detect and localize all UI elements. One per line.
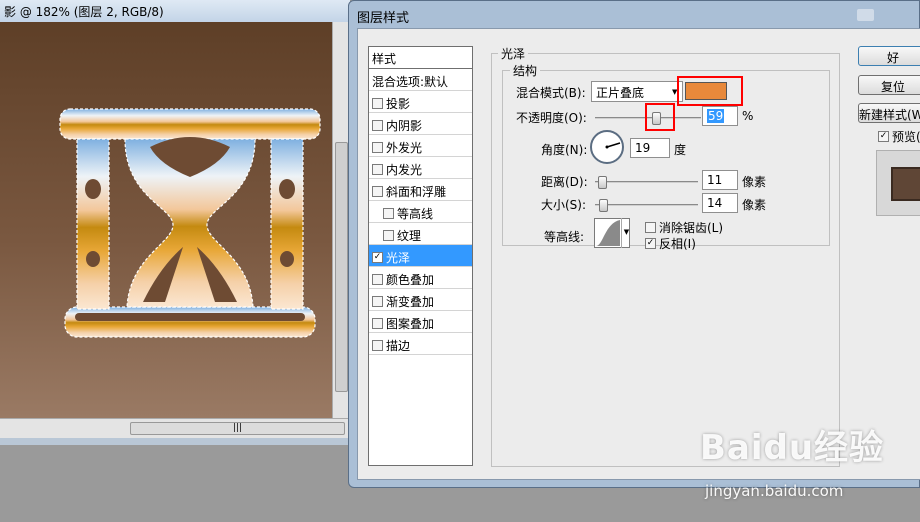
style-checkbox[interactable] [372,295,383,307]
style-item-label: 外发光 [386,140,423,155]
angle-dial[interactable] [590,130,624,164]
style-item-label: 描边 [386,338,411,353]
style-checkbox[interactable] [372,339,383,351]
blend-mode-value: 正片叠底 [596,86,645,100]
styles-list: 样式 混合选项:默认投影内阴影外发光内发光斜面和浮雕等高线纹理 ✓ 光泽颜色叠加渐变… [368,46,473,466]
style-item[interactable]: 图案叠加 [369,311,472,333]
style-preview [876,150,920,216]
style-item-label: 内发光 [386,162,423,177]
invert-label: 反相(I) [659,237,696,251]
style-checkbox[interactable] [372,97,383,109]
size-slider[interactable] [595,199,698,212]
size-input[interactable]: 14 [702,193,738,213]
antialias-option[interactable]: 消除锯齿(L) [645,219,723,236]
size-unit: 像素 [742,198,767,212]
structure-group-title: 结构 [510,62,541,79]
styles-header[interactable]: 样式 [369,47,472,69]
layer-style-dialog: 图层样式 样式 混合选项:默认 投影 内阴影 外发光 内发光 斜面和浮雕 等高线 纹理 ✓ 光泽颜… [348,0,920,488]
preview-checkbox[interactable]: ✓ [878,131,889,142]
style-item-label: 等高线 [397,206,434,221]
distance-slider-knob[interactable] [598,176,607,189]
style-item-label: 颜色叠加 [386,272,435,287]
document-title: 影 @ 182% (图层 2, RGB/8) [0,0,350,22]
style-item[interactable]: 内阴影 [369,113,472,135]
close-icon[interactable] [857,9,874,21]
style-item-label: 斜面和浮雕 [386,184,447,199]
style-item-label: 投影 [386,96,411,111]
new-style-button[interactable]: 新建样式(W)... [858,103,920,123]
style-item[interactable]: 纹理 [369,223,472,245]
style-item[interactable]: 等高线 [369,201,472,223]
style-item-label: 内阴影 [386,118,423,133]
style-item[interactable]: 混合选项:默认 [369,69,472,91]
preview-label: 预览( [892,130,920,144]
baidu-watermark-url: jingyan.baidu.com [705,482,844,500]
style-item-label: 混合选项:默认 [372,74,449,89]
blend-mode-select[interactable]: 正片叠底 ▼ [591,81,683,102]
canvas[interactable] [0,22,332,418]
angle-input[interactable]: 19 [630,138,670,158]
style-checkbox[interactable] [383,207,394,219]
antialias-label: 消除锯齿(L) [659,221,724,235]
style-item-label: 纹理 [397,228,422,243]
style-checkbox[interactable] [372,185,383,197]
style-item[interactable]: 颜色叠加 [369,267,472,289]
size-label: 大小(S): [541,198,587,212]
horizontal-scrollbar[interactable]: ||| [0,418,350,438]
distance-input[interactable]: 11 [702,170,738,190]
distance-label: 距离(D): [541,175,588,189]
style-checkbox[interactable] [372,317,383,329]
opacity-label: 不透明度(O): [516,111,587,125]
style-item[interactable]: 投影 [369,91,472,113]
angle-unit: 度 [674,143,687,157]
style-item[interactable]: 外发光 [369,135,472,157]
preview-option[interactable]: ✓ 预览( [878,128,920,145]
opacity-unit: % [742,109,754,123]
vertical-scroll-thumb[interactable] [335,142,348,392]
size-slider-knob[interactable] [599,199,608,212]
invert-option[interactable]: ✓ 反相(I) [645,235,696,252]
horizontal-scroll-thumb[interactable]: ||| [130,422,345,435]
document-window: 影 @ 182% (图层 2, RGB/8) ||| [0,0,350,445]
angle-label: 角度(N): [541,143,588,157]
opacity-input[interactable]: 59 [702,106,738,126]
style-checkbox[interactable] [372,273,383,285]
style-item-label: 渐变叠加 [386,294,435,309]
blend-mode-label: 混合模式(B): [516,86,586,100]
dialog-body: 样式 混合选项:默认 投影 内阴影 外发光 内发光 斜面和浮雕 等高线 纹理 ✓ 光泽 颜色叠加 渐变… [357,28,920,480]
style-checkbox[interactable] [372,163,383,175]
style-item[interactable]: 描边 [369,333,472,355]
distance-unit: 像素 [742,175,767,189]
style-item[interactable]: ✓ 光泽 [369,245,472,267]
style-item-label: 图案叠加 [386,316,435,331]
preview-swatch [891,167,920,201]
hourglass-artwork [59,108,321,338]
style-checkbox[interactable] [372,119,383,131]
ok-button[interactable]: 好 [858,46,920,66]
antialias-checkbox[interactable] [645,222,656,233]
angle-needle-icon [605,142,621,149]
style-item[interactable]: 渐变叠加 [369,289,472,311]
style-item[interactable]: 内发光 [369,157,472,179]
baidu-watermark-logo: Baidu经验 [700,428,885,468]
contour-curve-icon [596,220,620,246]
style-checkbox[interactable] [383,229,394,241]
invert-checkbox[interactable]: ✓ [645,238,656,249]
style-item[interactable]: 斜面和浮雕 [369,179,472,201]
contour-picker[interactable]: ▼ [594,218,630,248]
dialog-title: 图层样式 [357,11,410,26]
style-checkbox[interactable]: ✓ [372,251,383,263]
chevron-down-icon[interactable]: ▼ [621,218,631,248]
reset-button[interactable]: 复位 [858,75,920,95]
highlight-box [677,76,743,106]
gloss-group-title: 光泽 [498,45,529,62]
style-item-label: 光泽 [386,250,411,265]
distance-slider[interactable] [595,176,698,189]
style-checkbox[interactable] [372,141,383,153]
contour-label: 等高线: [544,230,585,244]
highlight-box [645,103,675,131]
